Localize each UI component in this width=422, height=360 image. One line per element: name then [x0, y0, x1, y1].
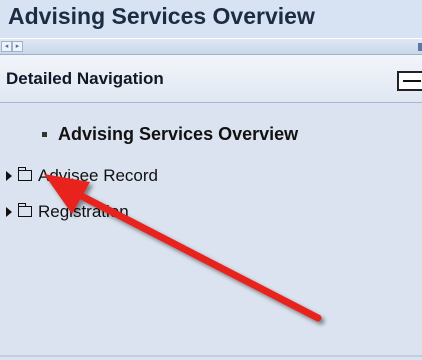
collapse-panel-button[interactable] [397, 71, 422, 91]
scroll-left-icon[interactable]: ◂ [1, 41, 12, 52]
detailed-navigation-title: Detailed Navigation [6, 69, 164, 88]
scroll-end-marker [418, 43, 422, 51]
detailed-navigation-header: Detailed Navigation [0, 55, 422, 103]
expand-arrow-icon[interactable] [6, 207, 12, 217]
folder-icon [18, 167, 32, 181]
scroll-right-icon[interactable]: ▸ [12, 41, 23, 52]
expand-arrow-icon[interactable] [6, 171, 12, 181]
page-title: Advising Services Overview [8, 3, 315, 29]
page-title-bar: Advising Services Overview [0, 0, 422, 38]
bullet-icon [42, 132, 47, 137]
folder-icon [18, 203, 32, 217]
nav-item-label: Registration [38, 202, 129, 221]
nav-item-label: Advisee Record [38, 166, 159, 185]
navigation-divider [0, 355, 422, 357]
nav-item-label: Advising Services Overview [58, 124, 299, 144]
horizontal-scrollbar[interactable]: ◂ ▸ [0, 38, 422, 55]
nav-item-advising-services-overview[interactable]: Advising Services Overview [42, 124, 299, 145]
